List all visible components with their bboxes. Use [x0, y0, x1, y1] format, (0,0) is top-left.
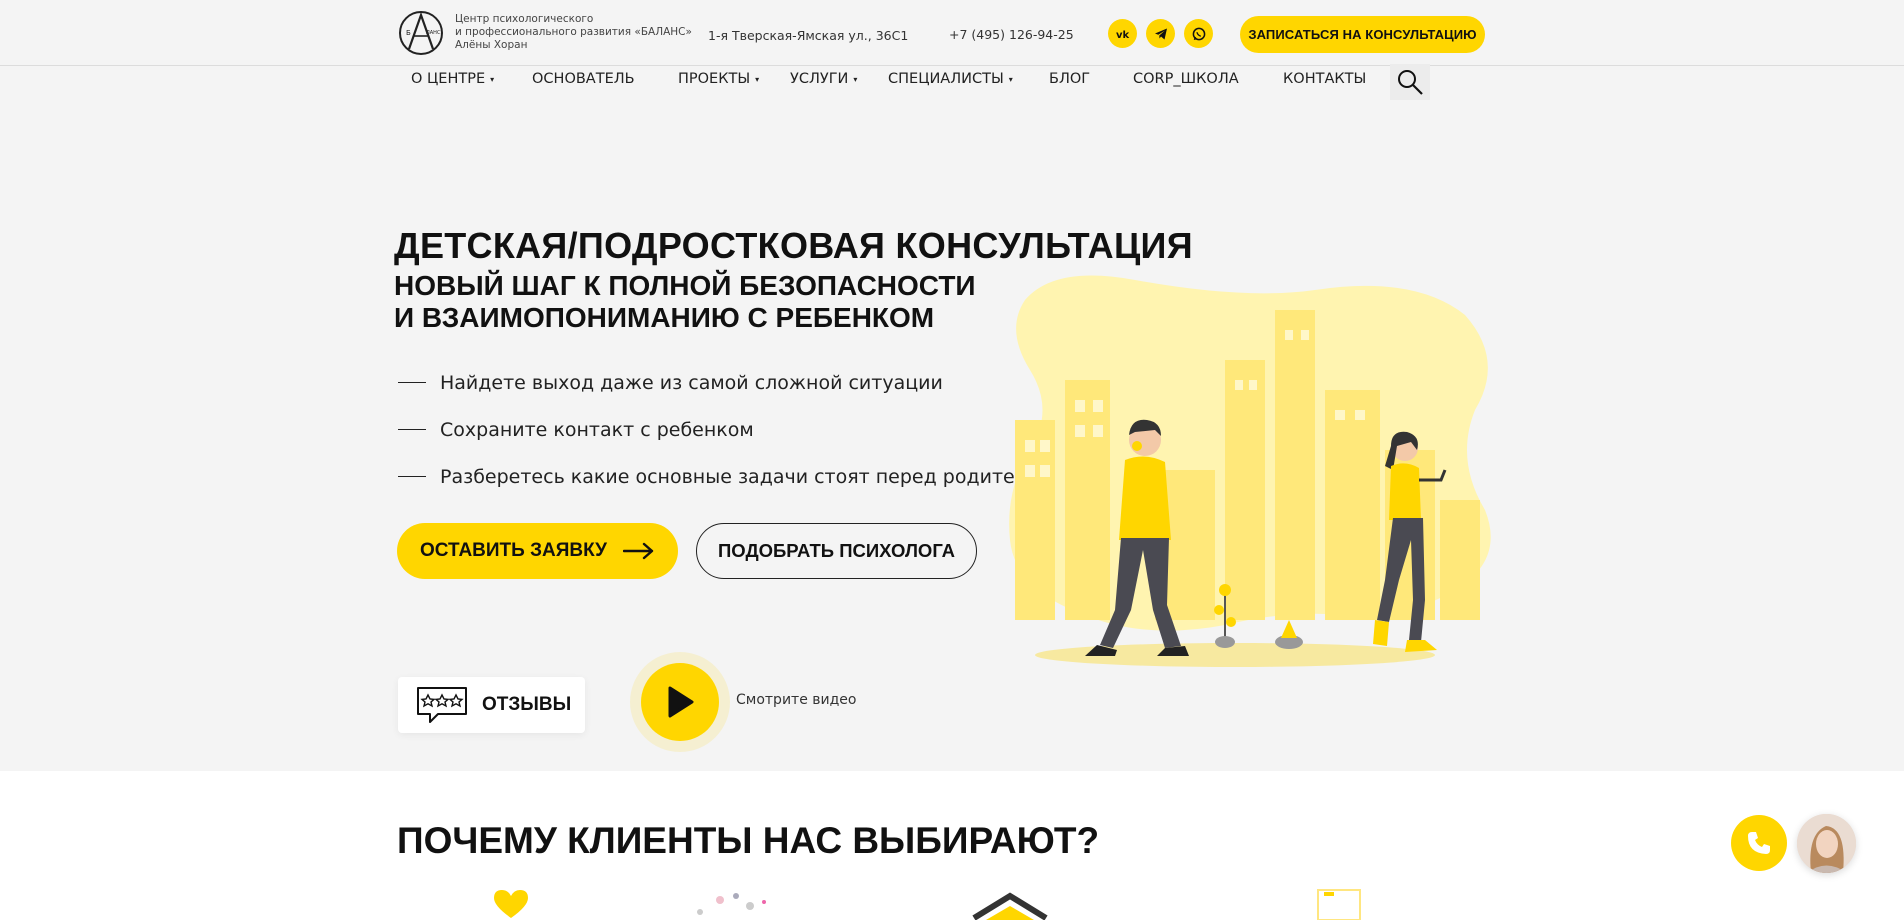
document-icon	[1317, 889, 1361, 920]
phone-link[interactable]: +7 (495) 126-94-25	[949, 27, 1074, 42]
whatsapp-icon[interactable]	[1184, 19, 1213, 48]
nav-item-contacts[interactable]: КОНТАКТЫ	[1283, 71, 1366, 87]
phone-icon	[1748, 832, 1770, 854]
sparkles-illustration-icon	[697, 893, 766, 915]
caret-down-icon: ▾	[755, 74, 760, 84]
list-item: Разберетесь какие основные задачи стоят …	[398, 453, 1053, 500]
svg-text:Б: Б	[406, 29, 411, 37]
vk-icon[interactable]: vk	[1108, 19, 1137, 48]
caret-down-icon: ▾	[490, 74, 495, 84]
why-us-title: ПОЧЕМУ КЛИЕНТЫ НАС ВЫБИРАЮТ?	[397, 820, 1100, 861]
nav-item-founder[interactable]: ОСНОВАТЕЛЬ	[532, 71, 635, 87]
svg-text:vk: vk	[1116, 30, 1130, 41]
hero-title: ДЕТСКАЯ/ПОДРОСТКОВАЯ КОНСУЛЬТАЦИЯ	[394, 225, 1193, 266]
rating-speech-bubble-icon	[417, 687, 467, 723]
address-text: 1-я Тверская-Ямская ул., 36С1	[708, 28, 909, 43]
hero-illustration	[1009, 275, 1491, 667]
watch-video-label[interactable]: Смотрите видео	[736, 692, 856, 708]
dash-icon	[398, 475, 426, 478]
svg-text:ЛАНС: ЛАНС	[426, 30, 441, 36]
arrow-right-icon	[622, 542, 654, 560]
pick-psychologist-button[interactable]: ПОДОБРАТЬ ПСИХОЛОГА	[696, 523, 977, 579]
hero-subtitle: НОВЫЙ ШАГ К ПОЛНОЙ БЕЗОПАСНОСТИ И ВЗАИМО…	[394, 270, 976, 333]
nav-item-specialists[interactable]: СПЕЦИАЛИСТЫ ▾	[888, 71, 1013, 87]
nav-item-projects[interactable]: ПРОЕКТЫ ▾	[678, 71, 759, 87]
list-item: Сохраните контакт с ребенком	[398, 406, 1053, 453]
nav-item-services[interactable]: УСЛУГИ ▾	[790, 71, 857, 87]
search-icon	[1398, 70, 1423, 95]
caret-down-icon: ▾	[853, 74, 858, 84]
list-item: Найдете выход даже из самой сложной ситу…	[398, 359, 1053, 406]
nav-item-corp-school[interactable]: CORP_ШКОЛА	[1133, 71, 1239, 87]
brand-name: Центр психологического и профессионально…	[455, 13, 692, 51]
heart-lightbulb-icon	[494, 890, 528, 918]
leave-request-button[interactable]: ОСТАВИТЬ ЗАЯВКУ	[397, 523, 678, 579]
dash-icon	[398, 428, 426, 431]
play-video-button[interactable]	[630, 652, 730, 752]
play-icon	[668, 686, 694, 718]
benefit-list: Найдете выход даже из самой сложной ситу…	[398, 359, 1053, 500]
play-circle	[641, 663, 719, 741]
telegram-icon[interactable]	[1146, 19, 1175, 48]
call-button[interactable]	[1731, 815, 1787, 871]
main-nav: О ЦЕНТРЕ ▾ ОСНОВАТЕЛЬ ПРОЕКТЫ ▾ УСЛУГИ ▾ СП…	[0, 71, 1904, 93]
caret-down-icon: ▾	[1008, 74, 1013, 84]
search-button[interactable]	[1390, 64, 1430, 100]
site-header: Б ЛАНС Центр психологического и професси…	[0, 0, 1904, 66]
balance-logo[interactable]: Б ЛАНС	[397, 9, 445, 57]
nav-item-about[interactable]: О ЦЕНТРЕ ▾	[411, 71, 494, 87]
shield-icon	[972, 892, 1048, 920]
consultant-avatar[interactable]	[1797, 814, 1856, 873]
book-consultation-button[interactable]: ЗАПИСАТЬСЯ НА КОНСУЛЬТАЦИЮ	[1240, 16, 1485, 53]
reviews-label: ОТЗЫВЫ	[482, 694, 572, 715]
nav-item-blog[interactable]: БЛОГ	[1049, 71, 1090, 87]
dash-icon	[398, 381, 426, 384]
reviews-button[interactable]: ОТЗЫВЫ	[398, 677, 585, 733]
